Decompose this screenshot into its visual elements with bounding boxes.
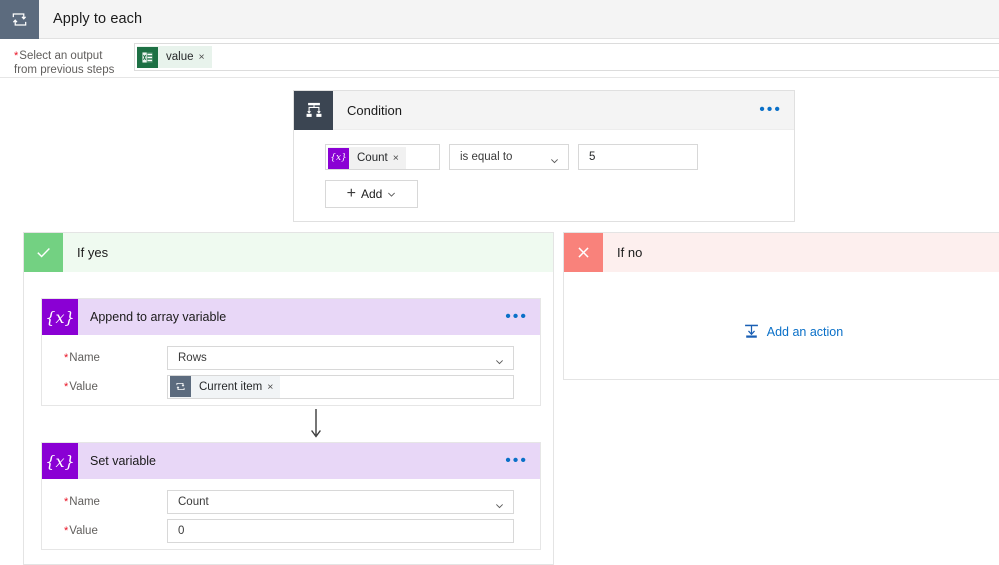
value-text: 0: [178, 524, 185, 537]
condition-body: {x} Count × is equal to 5 + Add: [294, 130, 794, 208]
action-card-append-to-array-variable: {x} Append to array variable ••• *Name R…: [41, 298, 541, 406]
plus-icon: +: [346, 185, 356, 202]
field-label-text: Name: [69, 351, 100, 364]
condition-add-button[interactable]: + Add: [325, 180, 418, 208]
field-label: *Value: [42, 381, 167, 393]
branch-if-yes-header: If yes: [24, 233, 553, 272]
token-chip-count[interactable]: {x} Count ×: [328, 147, 406, 169]
select-output-row: *Select an output from previous steps va…: [0, 40, 999, 78]
action-card-body: *Name Rows *Value Current item ×: [42, 335, 540, 400]
required-asterisk: *: [64, 351, 69, 364]
token-chip-value[interactable]: value ×: [137, 46, 212, 68]
variable-glyph: {x}: [45, 307, 75, 327]
action-card-header[interactable]: {x} Append to array variable •••: [42, 299, 540, 335]
required-asterisk: *: [64, 495, 69, 508]
checkmark-icon: [24, 233, 63, 272]
variable-icon: {x}: [42, 299, 78, 335]
condition-card-header[interactable]: Condition •••: [294, 90, 794, 130]
token-chip-label: value: [166, 51, 194, 63]
chevron-down-icon: [387, 190, 396, 199]
select-output-label-line2: from previous steps: [14, 64, 115, 76]
field-row-name: *Name Rows: [42, 344, 540, 371]
condition-card: Condition ••• {x} Count × is equal to 5 …: [293, 90, 795, 222]
condition-value-input[interactable]: 5: [578, 144, 698, 170]
field-row-value: *Value Current item ×: [42, 373, 540, 400]
name-select[interactable]: Count: [167, 489, 514, 514]
action-card-header[interactable]: {x} Set variable •••: [42, 443, 540, 479]
name-select[interactable]: Rows: [167, 345, 514, 370]
token-chip-current-item[interactable]: Current item ×: [170, 375, 281, 398]
loop-icon: [0, 0, 39, 39]
field-label: *Name: [42, 496, 167, 508]
value-token-input[interactable]: Current item ×: [167, 374, 514, 399]
condition-operator-value: is equal to: [460, 151, 513, 163]
name-select-value: Count: [178, 495, 209, 508]
field-row-value: *Value 0: [42, 517, 540, 544]
variable-icon: {x}: [42, 443, 78, 479]
close-icon[interactable]: ×: [393, 152, 406, 164]
apply-to-each-header[interactable]: Apply to each: [0, 0, 999, 39]
close-x-icon: [564, 233, 603, 272]
name-select-value: Rows: [178, 351, 207, 364]
branch-if-yes-title: If yes: [77, 245, 109, 260]
current-item-icon: [170, 376, 191, 397]
branch-if-no-title: If no: [617, 245, 643, 260]
field-label-text: Value: [69, 380, 98, 393]
required-asterisk: *: [64, 524, 69, 537]
field-row-name: *Name Count: [42, 488, 540, 515]
action-card-title: Append to array variable: [90, 310, 227, 324]
required-asterisk: *: [64, 380, 69, 393]
select-output-label-line1: Select an output: [19, 50, 103, 62]
condition-branch-icon: [294, 90, 333, 130]
page-title: Apply to each: [53, 11, 143, 27]
condition-overflow-menu[interactable]: •••: [759, 102, 782, 118]
required-asterisk: *: [14, 50, 19, 62]
close-icon[interactable]: ×: [267, 381, 280, 393]
token-chip-label: Count: [357, 152, 388, 164]
branch-if-no: If no Add an action: [563, 232, 999, 380]
select-output-label: *Select an output from previous steps: [14, 49, 126, 77]
condition-operator-select[interactable]: is equal to: [449, 144, 569, 170]
value-text-input[interactable]: 0: [167, 518, 514, 543]
condition-operand-input[interactable]: {x} Count ×: [325, 144, 440, 170]
action-overflow-menu[interactable]: •••: [505, 309, 528, 325]
action-card-set-variable: {x} Set variable ••• *Name Count *Value …: [41, 442, 541, 550]
close-icon[interactable]: ×: [199, 51, 212, 63]
action-overflow-menu[interactable]: •••: [505, 453, 528, 469]
field-label-text: Name: [69, 495, 100, 508]
branch-if-no-header: If no: [564, 233, 999, 272]
field-label: *Name: [42, 352, 167, 364]
field-label: *Value: [42, 525, 167, 537]
token-chip-label: Current item: [199, 380, 263, 393]
field-label-text: Value: [69, 524, 98, 537]
add-an-action-button[interactable]: Add an action: [564, 323, 999, 340]
chevron-down-icon: [550, 153, 559, 164]
excel-icon: [137, 46, 158, 68]
condition-add-label: Add: [360, 187, 383, 201]
connector-arrow: [310, 409, 322, 441]
condition-title: Condition: [347, 102, 402, 118]
select-output-input[interactable]: value ×: [134, 43, 999, 71]
branch-if-yes: If yes {x} Append to array variable ••• …: [23, 232, 554, 565]
chevron-down-icon: [495, 353, 504, 364]
variable-glyph: {x}: [45, 451, 75, 471]
condition-row: {x} Count × is equal to 5: [325, 144, 794, 170]
variable-icon: {x}: [328, 147, 349, 169]
action-card-body: *Name Count *Value 0: [42, 479, 540, 544]
action-card-title: Set variable: [90, 454, 157, 468]
add-action-icon: [743, 323, 760, 340]
add-an-action-label: Add an action: [766, 324, 844, 339]
condition-value-text: 5: [589, 151, 596, 163]
chevron-down-icon: [495, 497, 504, 508]
flow-designer-canvas: Apply to each *Select an output from pre…: [0, 0, 999, 565]
